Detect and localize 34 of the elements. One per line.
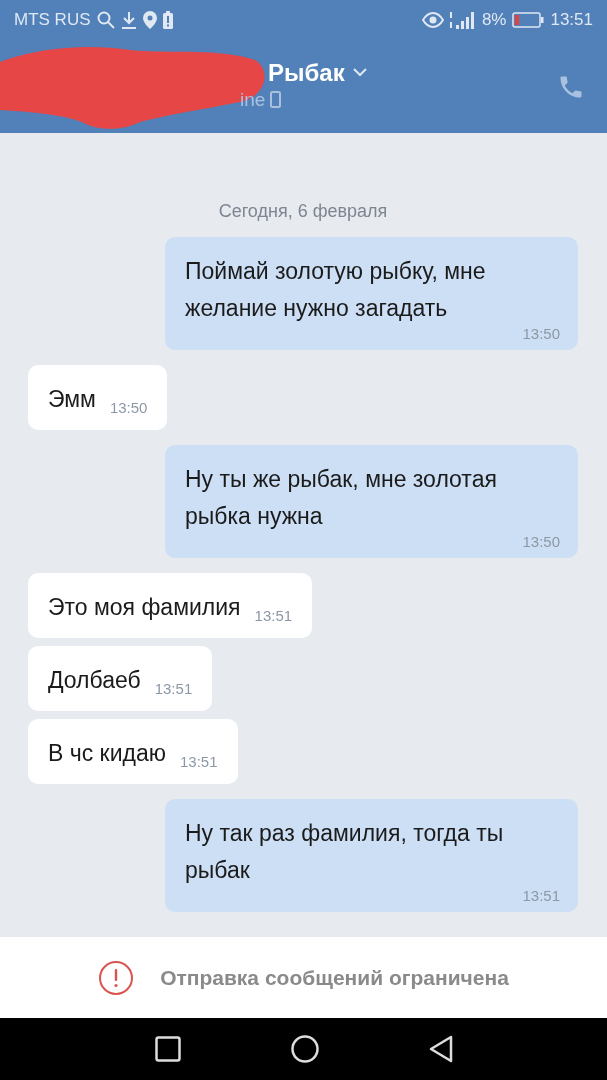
search-icon bbox=[96, 11, 115, 29]
location-icon bbox=[142, 11, 157, 29]
message-text: Ну так раз фамилия, тогда ты рыбак bbox=[185, 819, 505, 885]
message-time: 13:51 bbox=[154, 680, 193, 697]
chevron-down-icon[interactable] bbox=[352, 68, 367, 77]
back-button-icon[interactable] bbox=[428, 1035, 453, 1063]
download-icon bbox=[120, 11, 137, 29]
battery-percent: 8% bbox=[481, 10, 507, 30]
message-text: Долбаеб bbox=[48, 666, 141, 695]
eye-icon bbox=[421, 12, 444, 28]
restriction-notice: Отправка сообщений ограничена bbox=[160, 965, 509, 990]
warning-icon bbox=[98, 959, 135, 996]
message-text: Эмм bbox=[48, 385, 96, 414]
online-status: ine bbox=[240, 88, 266, 111]
message-time: 13:50 bbox=[522, 533, 560, 550]
message-text: Это моя фамилия bbox=[48, 593, 241, 622]
clock: 13:51 bbox=[550, 10, 593, 30]
message-text: Поймай золотую рыбку, мне желание нужно загадать bbox=[185, 257, 487, 323]
message-time: 13:50 bbox=[109, 399, 148, 416]
battery-alert-icon bbox=[162, 11, 173, 29]
message-time: 13:51 bbox=[522, 887, 560, 904]
message-text: Ну ты же рыбак, мне золотая рыбка нужна bbox=[185, 465, 498, 531]
contact-name[interactable]: Рыбак bbox=[268, 58, 345, 87]
message-time: 13:50 bbox=[522, 325, 560, 342]
message-text: В чс кидаю bbox=[48, 739, 166, 768]
carrier-name: MTS RUS bbox=[14, 10, 91, 30]
message-time: 13:51 bbox=[254, 607, 293, 624]
phone-device-icon bbox=[270, 91, 282, 108]
signal-icon bbox=[449, 11, 476, 29]
message-time: 13:51 bbox=[180, 753, 218, 770]
battery-icon bbox=[512, 12, 545, 28]
recents-button-icon[interactable] bbox=[154, 1036, 181, 1062]
date-divider: Сегодня, 6 февраля bbox=[218, 201, 388, 222]
home-button-icon[interactable] bbox=[290, 1035, 319, 1063]
